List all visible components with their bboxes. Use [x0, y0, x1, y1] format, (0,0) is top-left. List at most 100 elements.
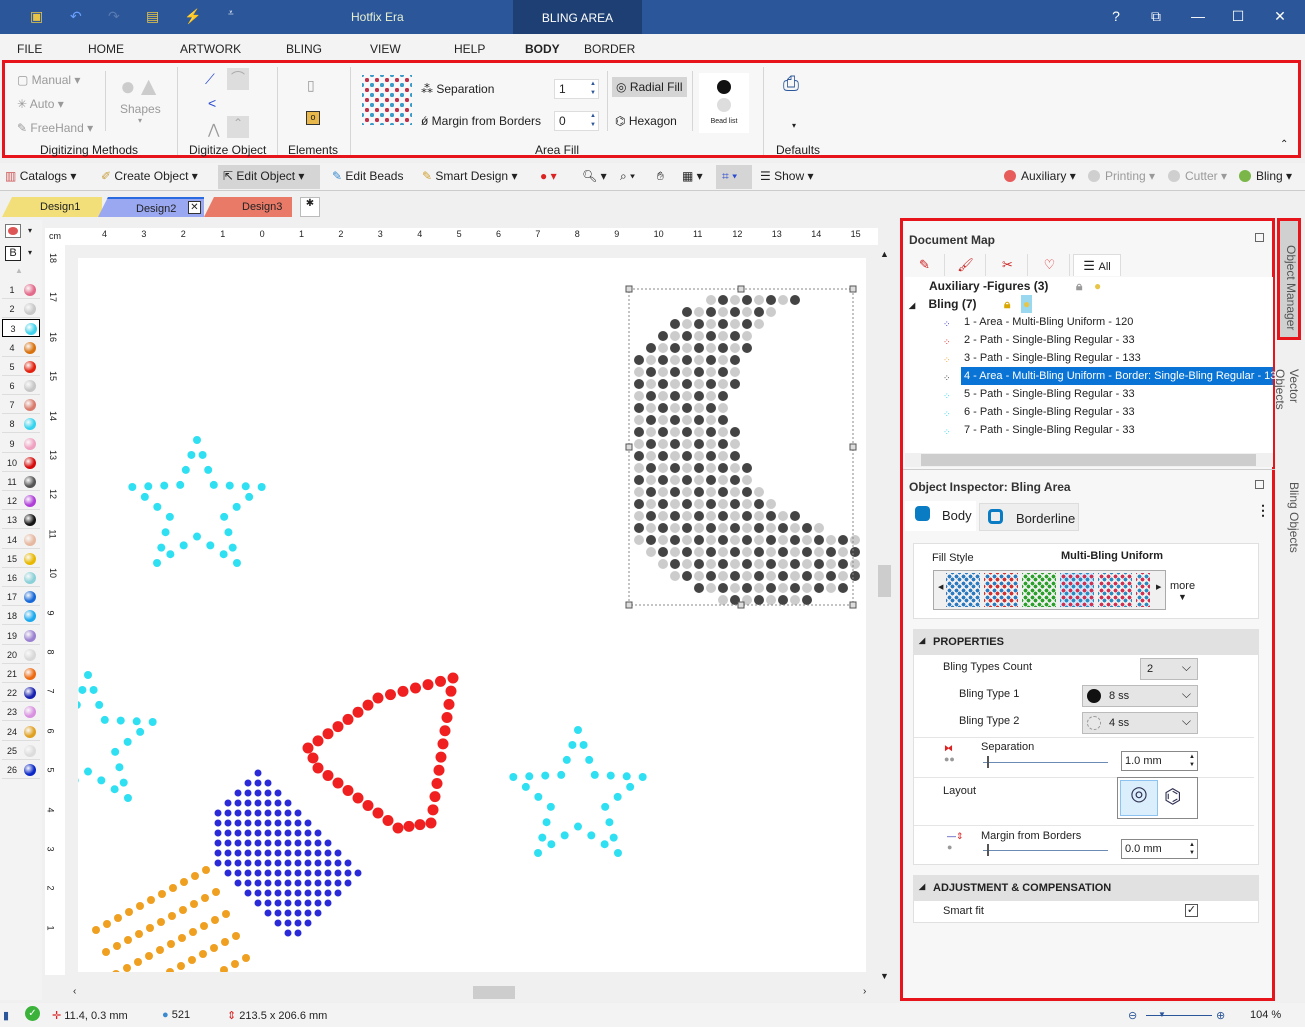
side-tab-vector-objects[interactable]: Vector Objects — [1273, 345, 1301, 445]
doc-tab-design2[interactable]: Design2 ✕ — [98, 197, 204, 217]
spinner-icon[interactable]: ▲ ▼ — [1189, 753, 1195, 769]
minimize-button[interactable]: — — [1188, 8, 1208, 24]
margin-slider[interactable] — [983, 844, 1108, 856]
fill-style-option[interactable] — [1060, 573, 1094, 607]
zoom-page-icon[interactable]: 🔍︎ ▾ — [582, 169, 607, 183]
palette-item[interactable]: 13 — [2, 511, 40, 530]
palette-item[interactable]: 1 — [2, 281, 40, 299]
palette-item[interactable]: 4 — [2, 339, 40, 357]
maximize-button[interactable]: ☐ — [1228, 8, 1248, 25]
fill-style-option[interactable] — [1098, 573, 1132, 607]
tab-home[interactable]: HOME — [88, 42, 124, 56]
defaults-dropdown-icon[interactable]: ▾ — [792, 121, 796, 130]
fill-style-option[interactable] — [1136, 573, 1150, 607]
separation-slider[interactable] — [983, 756, 1108, 768]
scroll-up-icon[interactable]: ▲ — [880, 249, 889, 259]
separation-spinner[interactable]: 1 — [554, 79, 599, 99]
tree-horizontal-scrollbar[interactable] — [905, 453, 1273, 467]
spinner-icon[interactable]: ▲ ▼ — [1189, 841, 1195, 857]
visibility-bulb-icon[interactable]: ● — [1021, 295, 1033, 313]
palette-item[interactable]: 24 — [2, 723, 40, 741]
gallery-right-icon[interactable]: ▶ — [1156, 583, 1161, 591]
bezier-tool-icon[interactable]: ⌃ — [227, 116, 249, 138]
close-tab-icon[interactable]: ✕ — [188, 201, 201, 214]
lock-icon[interactable]: 🔒︎ — [1076, 277, 1082, 295]
palette-item[interactable]: 22 — [2, 684, 40, 703]
palette-item[interactable]: 12 — [2, 492, 40, 511]
maximize-panel-icon[interactable] — [1255, 233, 1264, 242]
palette-item[interactable]: 20 — [2, 646, 40, 664]
tab-bling[interactable]: BLING — [286, 42, 322, 56]
map-tab-pencil-icon[interactable]: ✎ — [905, 254, 945, 276]
hexagon-button[interactable]: ⌬ Hexagon — [615, 114, 677, 128]
tab-help[interactable]: HELP — [454, 42, 485, 56]
palette-item[interactable]: 9 — [2, 435, 40, 453]
scroll-up-icon[interactable]: ▲ — [15, 266, 23, 275]
shapes-button[interactable]: ●▲ Shapes ▾ — [120, 71, 161, 125]
corner-tool-icon[interactable]: < — [208, 95, 216, 111]
palette-item[interactable]: 19 — [2, 627, 40, 645]
arc-tool-icon[interactable]: ⋀ — [208, 121, 219, 138]
map-tab-cutter-icon[interactable]: ✂ — [988, 254, 1028, 276]
layer-cutter[interactable]: Cutter ▾ — [1168, 169, 1227, 183]
radial-fill-button[interactable]: ◎ Radial Fill — [612, 77, 687, 97]
collapse-ribbon-icon[interactable]: ⌃ — [1280, 139, 1288, 150]
tree-item[interactable]: ⁘ 4 - Area - Multi-Bling Uniform - Border… — [905, 367, 1283, 385]
fill-style-option[interactable] — [1022, 573, 1056, 607]
element-frame-icon[interactable]: ▯ — [307, 77, 315, 94]
horizontal-scrollbar[interactable]: ‹ › — [65, 985, 876, 1000]
palette-item[interactable]: 23 — [2, 703, 40, 722]
tree-item[interactable]: ⁘ 3 - Path - Single-Bling Regular - 133 — [905, 349, 1273, 367]
grid-icon[interactable]: ▦ ▾ — [682, 169, 703, 183]
layout-hexagon-button[interactable]: ⌬ — [1164, 784, 1181, 809]
adjustment-header[interactable]: ADJUSTMENT & COMPENSATION — [913, 875, 1259, 901]
dropdown-icon[interactable]: ▾ — [28, 248, 32, 257]
artwork[interactable] — [65, 258, 866, 985]
palette-item[interactable]: 16 — [2, 569, 40, 587]
redo-icon[interactable]: ↷ — [108, 8, 120, 25]
tab-view[interactable]: VIEW — [370, 42, 401, 56]
area-fill-preview-icon[interactable] — [362, 75, 412, 125]
paste-icon[interactable]: ▤ — [146, 8, 159, 25]
zoom-thumb[interactable]: ▼ — [1158, 1010, 1166, 1019]
expand-icon[interactable]: ◢ — [909, 301, 915, 310]
manual-button[interactable]: ▢ Manual ▾ — [17, 73, 80, 87]
lightning-icon[interactable]: ⚡ — [184, 8, 201, 25]
maximize-panel-icon[interactable] — [1255, 480, 1264, 489]
map-tab-all[interactable]: ☰ All — [1073, 254, 1121, 276]
scroll-thumb[interactable] — [921, 454, 1256, 466]
bead-list-button[interactable]: Bead list — [699, 73, 749, 133]
map-tab-brush-icon[interactable]: 🖌︎ — [946, 254, 986, 276]
fill-style-gallery[interactable]: ◀ ▶ — [933, 570, 1166, 610]
bead-zoom-icon[interactable]: ● ▾ — [540, 169, 557, 183]
palette-item[interactable]: 18 — [2, 607, 40, 626]
layout-radial-button[interactable]: ◎ — [1120, 780, 1158, 816]
tab-file[interactable]: FILE — [17, 42, 42, 56]
palette-item[interactable]: 8 — [2, 415, 40, 434]
tree-item[interactable]: ⁘ 5 - Path - Single-Bling Regular - 33 — [905, 385, 1273, 403]
more-dropdown-icon[interactable]: ▼ — [1178, 592, 1187, 602]
smart-design-button[interactable]: ✎ Smart Design ▾ — [422, 169, 517, 183]
resize-handle[interactable] — [849, 443, 857, 451]
scroll-right-icon[interactable]: › — [863, 986, 866, 997]
tab-borderline[interactable]: Borderline — [979, 503, 1079, 531]
close-button[interactable]: ✕ — [1270, 8, 1290, 25]
more-options-icon[interactable]: ⋮ — [1256, 502, 1270, 519]
line-tool-icon[interactable]: ⟋ — [205, 71, 215, 88]
zoom-out-icon[interactable]: ⊖ — [1128, 1009, 1137, 1022]
doc-tab-design1[interactable]: Design1 — [2, 197, 102, 217]
tab-border[interactable]: BORDER — [584, 42, 635, 56]
resize-handle[interactable] — [625, 443, 633, 451]
scroll-down-icon[interactable]: ▼ — [880, 971, 889, 981]
bling-type2-select[interactable]: 4 ss — [1082, 712, 1198, 734]
layer-bling[interactable]: Bling ▾ — [1239, 169, 1292, 183]
defaults-icon[interactable]: ⎙ — [783, 73, 799, 96]
tree-item[interactable]: ⁘ 2 - Path - Single-Bling Regular - 33 — [905, 331, 1273, 349]
palette-item[interactable]: 3 — [2, 319, 40, 338]
customize-quick-access-icon[interactable]: ⩡ — [228, 8, 234, 19]
palette-item[interactable]: 11 — [2, 473, 40, 491]
gallery-left-icon[interactable]: ◀ — [938, 583, 943, 591]
palette-item[interactable]: 14 — [2, 531, 40, 549]
save-icon[interactable]: ▣ — [30, 8, 43, 25]
properties-header[interactable]: PROPERTIES — [913, 629, 1259, 655]
